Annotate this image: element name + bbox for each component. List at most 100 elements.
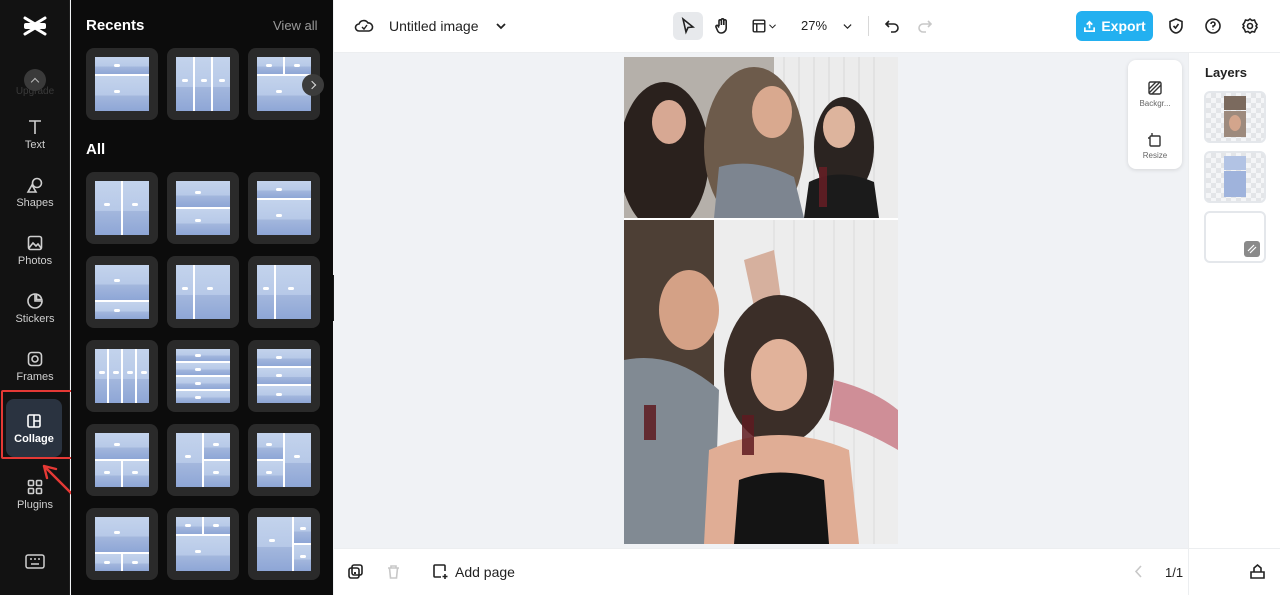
layout-tool-button[interactable] <box>744 12 784 40</box>
canvas-area[interactable]: Backgr... Resize <box>334 53 1188 548</box>
zoom-dropdown-button[interactable] <box>834 12 860 40</box>
shield-button[interactable] <box>1161 12 1191 40</box>
canvas-page[interactable] <box>624 57 898 544</box>
collage-template[interactable] <box>86 48 158 120</box>
background-label: Backgr... <box>1139 99 1171 108</box>
export-label: Export <box>1101 18 1146 34</box>
background-icon <box>1244 241 1260 257</box>
help-icon <box>1205 18 1221 34</box>
collage-icon <box>27 413 41 428</box>
collage-template[interactable] <box>167 424 239 496</box>
collage-template[interactable] <box>167 172 239 244</box>
chevron-down-icon <box>768 24 776 29</box>
duplicate-page-button[interactable] <box>347 563 364 585</box>
background-icon <box>1148 81 1162 95</box>
add-page-icon <box>433 564 448 579</box>
view-all-link[interactable]: View all <box>273 18 318 33</box>
collage-template[interactable] <box>248 172 320 244</box>
shapes-icon <box>26 177 43 193</box>
layers-toggle-button[interactable] <box>1249 563 1266 585</box>
collage-template[interactable] <box>167 340 239 412</box>
layer-thumbnail-image <box>1224 96 1246 137</box>
collage-panel: Recents View all All <box>71 0 333 595</box>
collage-template[interactable] <box>167 508 239 580</box>
layers-footer <box>1188 548 1280 595</box>
capcut-logo-icon <box>23 16 47 36</box>
hand-tool-button[interactable] <box>707 12 737 40</box>
collage-template[interactable] <box>86 340 158 412</box>
select-tool-button[interactable] <box>673 12 703 40</box>
top-toolbar: Untitled image 27% Export <box>334 0 1280 53</box>
floating-tools-panel: Backgr... Resize <box>1128 60 1182 169</box>
delete-page-button[interactable] <box>385 563 402 585</box>
layers-stack-icon <box>1250 563 1265 579</box>
document-title[interactable]: Untitled image <box>389 18 479 34</box>
collage-template[interactable] <box>86 424 158 496</box>
collage-photo-bottom[interactable] <box>624 220 898 544</box>
rail-item-label: Shapes <box>16 197 54 209</box>
hand-icon <box>715 18 727 34</box>
zoom-level[interactable]: 27% <box>801 18 827 33</box>
undo-icon <box>884 20 899 33</box>
collage-template[interactable] <box>248 424 320 496</box>
collage-template[interactable] <box>167 48 239 120</box>
rail-item-photos[interactable]: Photos <box>0 234 70 267</box>
add-page-label: Add page <box>455 563 515 580</box>
collage-template[interactable] <box>167 256 239 328</box>
toolbar-divider <box>868 16 869 36</box>
layer-photos[interactable] <box>1204 91 1266 143</box>
collage-photo-top[interactable] <box>624 57 898 218</box>
help-button[interactable] <box>1198 12 1228 40</box>
add-page-button[interactable]: Add page <box>432 563 515 580</box>
sticker-icon <box>27 293 43 309</box>
collage-template[interactable] <box>248 508 320 580</box>
layers-panel: Layers <box>1188 53 1280 595</box>
party-photo-image <box>624 220 898 544</box>
layer-thumbnail-image <box>1224 156 1246 197</box>
photo-icon <box>27 235 43 251</box>
resize-tool-button[interactable]: Resize <box>1128 132 1182 160</box>
collage-template[interactable] <box>86 172 158 244</box>
settings-button[interactable] <box>1235 12 1265 40</box>
frame-icon <box>27 351 43 367</box>
upgrade-label: Upgrade <box>15 86 55 97</box>
rail-item-frames[interactable]: Frames <box>0 350 70 383</box>
resize-label: Resize <box>1142 151 1168 160</box>
export-button[interactable]: Export <box>1076 11 1153 41</box>
layer-background[interactable] <box>1204 211 1266 263</box>
collage-template[interactable] <box>86 508 158 580</box>
upload-icon <box>1084 20 1096 32</box>
rail-item-label: Collage <box>14 432 54 445</box>
previous-page-button[interactable] <box>1130 563 1147 585</box>
all-title: All <box>86 141 106 158</box>
shield-icon <box>1169 18 1183 34</box>
rail-item-collage[interactable]: Collage <box>6 399 62 457</box>
chevron-down-icon[interactable] <box>491 16 511 36</box>
rail-item-label: Frames <box>16 371 54 383</box>
text-icon <box>29 120 41 134</box>
party-photo-image <box>624 57 898 218</box>
page-counter: 1/1 <box>1165 565 1184 580</box>
keyboard-shortcuts-icon[interactable] <box>24 553 46 571</box>
chevron-down-icon <box>842 24 852 29</box>
recents-title: Recents <box>86 17 145 34</box>
layers-title: Layers <box>1205 65 1247 80</box>
rail-item-stickers[interactable]: Stickers <box>0 292 70 325</box>
rail-item-label: Stickers <box>15 313 55 325</box>
trash-icon <box>388 565 399 579</box>
layer-collage-grid[interactable] <box>1204 151 1266 203</box>
recents-next-button[interactable] <box>302 74 324 96</box>
collage-template[interactable] <box>248 340 320 412</box>
rail-item-shapes[interactable]: Shapes <box>0 176 70 209</box>
collage-template[interactable] <box>86 256 158 328</box>
cloud-save-icon[interactable] <box>354 17 374 35</box>
rail-item-label: Photos <box>17 255 53 267</box>
rail-item-text[interactable]: Text <box>0 118 70 151</box>
collage-template[interactable] <box>248 256 320 328</box>
duplicate-icon <box>348 564 363 579</box>
pointer-icon <box>681 17 696 35</box>
undo-button[interactable] <box>877 12 907 40</box>
bottom-toolbar: Add page 1/1 <box>334 548 1213 595</box>
redo-button[interactable] <box>910 12 940 40</box>
background-tool-button[interactable]: Backgr... <box>1128 80 1182 108</box>
